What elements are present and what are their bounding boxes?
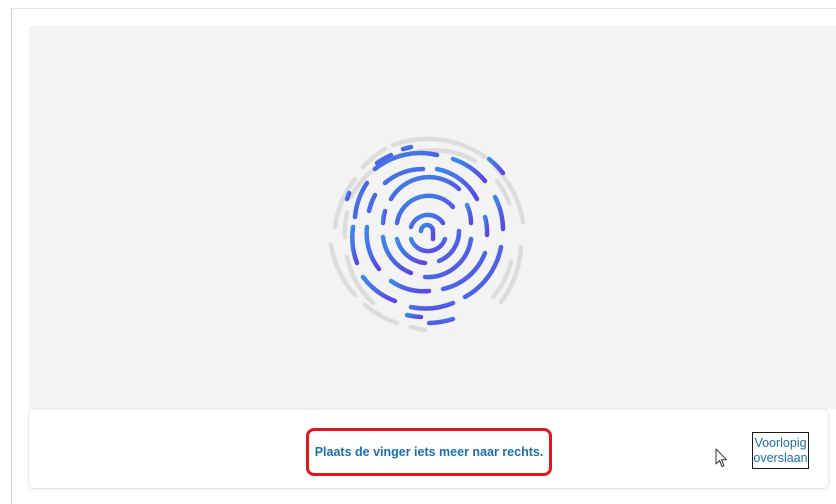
instruction-highlight: Plaats de vinger iets meer naar rechts. — [306, 428, 552, 476]
fingerprint-icon — [325, 127, 535, 337]
fingerprint-graphic — [328, 136, 526, 333]
fingerprint-pending-ridges — [328, 136, 526, 333]
instruction-text: Plaats de vinger iets meer naar rechts. — [314, 445, 544, 459]
mouse-pointer-icon — [715, 448, 729, 468]
skip-for-now-button[interactable]: Voorlopig overslaan — [752, 432, 809, 469]
